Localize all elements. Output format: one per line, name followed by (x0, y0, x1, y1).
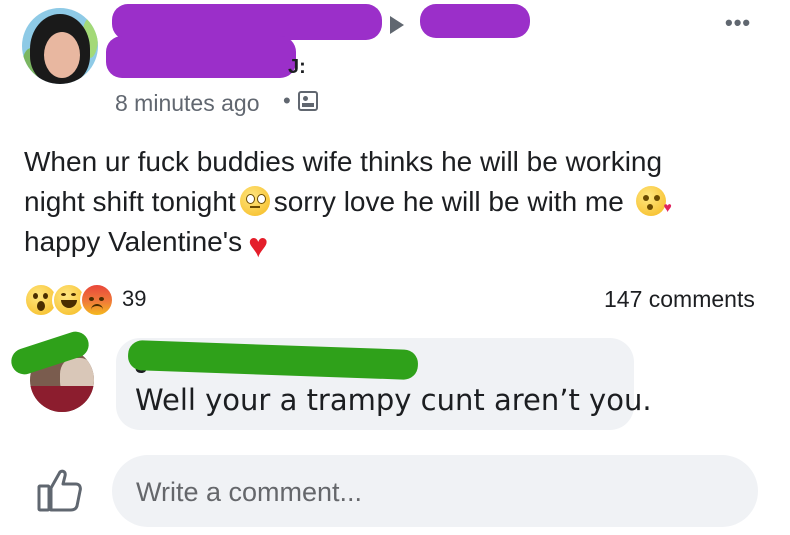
friends-audience-icon (298, 91, 318, 111)
post-text-line-2b: sorry love he will be with me (273, 186, 624, 217)
red-heart-emoji-icon: ♥ (248, 227, 269, 265)
kissing-winking-emoji-icon: ♥ (635, 186, 672, 216)
timestamp-separator: • (283, 88, 291, 113)
post-text-line-2a: night shift tonight (24, 186, 236, 217)
post-body: When ur fuck buddies wife thinks he will… (24, 142, 744, 265)
author-avatar[interactable] (22, 8, 98, 84)
post-timestamp[interactable]: 8 minutes ago (115, 90, 259, 117)
reaction-count[interactable]: 39 (122, 286, 146, 312)
comment-text: Well your a trampy cunt aren’t you. (135, 383, 652, 417)
angry-reaction-icon (80, 283, 114, 317)
post-text-line-1: When ur fuck buddies wife thinks he will… (24, 146, 663, 177)
eye-roll-emoji-icon (239, 186, 270, 216)
share-arrow-icon (390, 16, 404, 34)
post-text-line-3: happy Valentine's ♥ (24, 222, 744, 265)
comment-input-placeholder[interactable]: Write a comment... (136, 477, 362, 508)
redacted-recipient-name (420, 4, 530, 38)
redacted-author-name (112, 4, 382, 40)
author-name-fragment: J: (288, 56, 306, 78)
post-text-line-3-text: happy Valentine's (24, 226, 243, 257)
more-options-ellipsis-icon[interactable]: ••• (725, 10, 751, 36)
comments-count-link[interactable]: 147 comments (604, 286, 755, 313)
redacted-author-line2 (106, 36, 296, 78)
thumbs-up-icon[interactable] (36, 466, 84, 514)
post-text-line-2: night shift tonight sorry love he will be… (24, 182, 744, 222)
